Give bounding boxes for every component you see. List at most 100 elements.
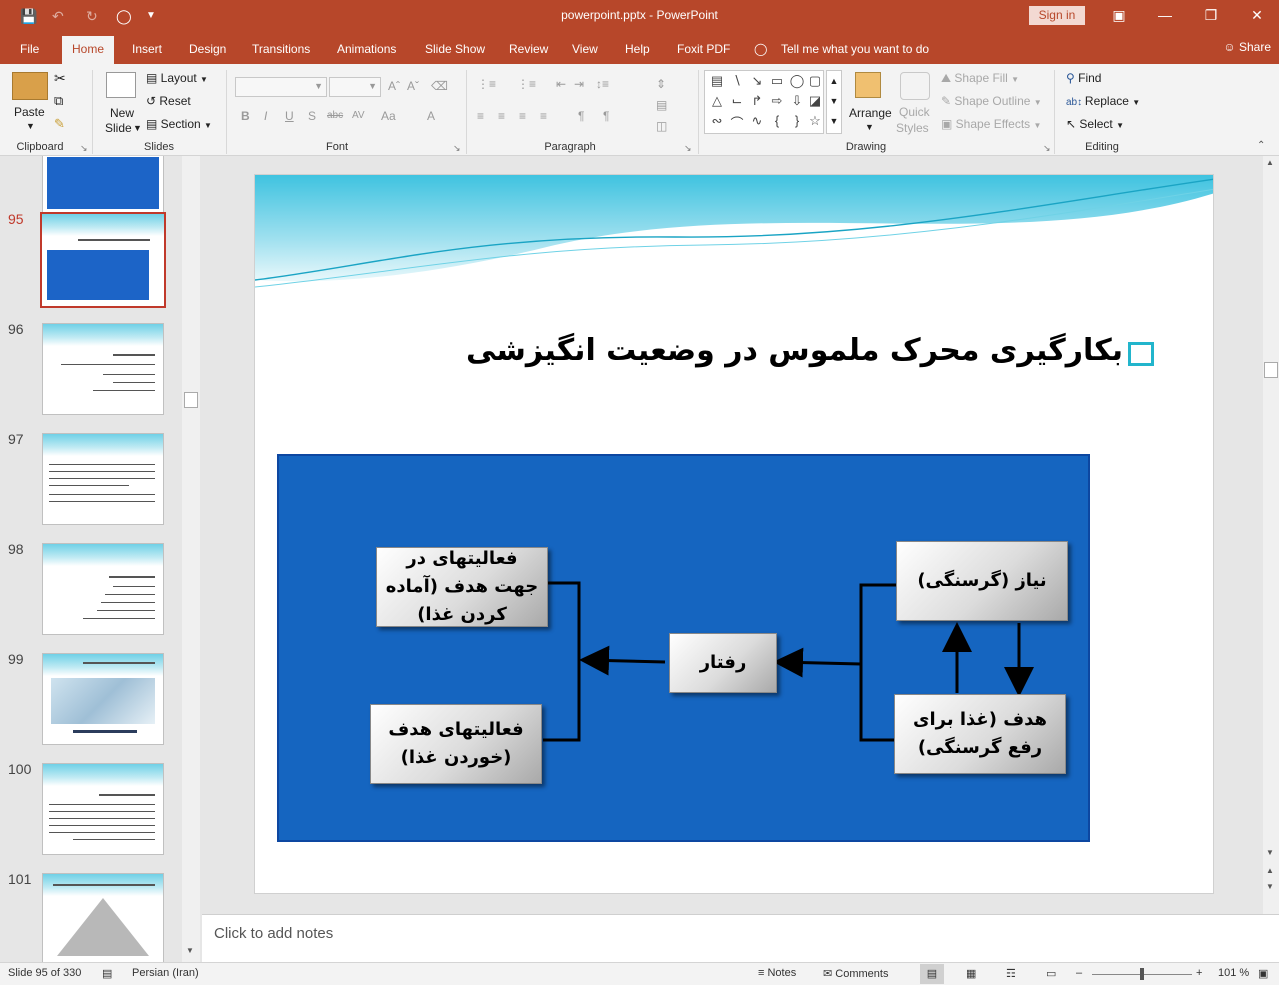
- share-button[interactable]: ☺ Share: [1223, 40, 1271, 54]
- slideshow-view-icon[interactable]: ▭: [1046, 967, 1056, 980]
- slide-thumbnail-96[interactable]: [42, 323, 164, 415]
- tab-transitions[interactable]: Transitions: [252, 40, 310, 64]
- text-box-shape-icon[interactable]: ▤: [707, 73, 727, 89]
- tab-help[interactable]: Help: [625, 40, 650, 64]
- change-case-button[interactable]: Aa: [381, 109, 396, 123]
- text-shadow-button[interactable]: S: [308, 109, 316, 123]
- maximize-button[interactable]: ❐: [1196, 4, 1226, 26]
- freeform-shape-icon[interactable]: ∾: [707, 113, 727, 129]
- curved-arrow-icon[interactable]: ↱: [747, 93, 767, 109]
- slide-title[interactable]: بکارگیری محرک ملموس در وضعیت انگیزشی: [466, 333, 1123, 368]
- tab-file[interactable]: File: [20, 40, 39, 64]
- align-center-icon[interactable]: ≡: [498, 109, 505, 123]
- close-button[interactable]: ✕: [1242, 4, 1272, 26]
- shape-effects-button[interactable]: ▣ Shape Effects ▼: [941, 117, 1041, 131]
- clipboard-launcher-icon[interactable]: ↘: [80, 143, 88, 154]
- thumbnail-scrollbar[interactable]: ▼: [182, 156, 200, 962]
- goal-activities-box[interactable]: فعالیتهای هدف (خوردن غذا): [370, 704, 542, 784]
- shape-outline-button[interactable]: ✎ Shape Outline ▼: [941, 94, 1042, 108]
- scroll-thumb[interactable]: [184, 392, 198, 408]
- bold-button[interactable]: B: [241, 109, 250, 123]
- zoom-slider-thumb[interactable]: [1140, 968, 1144, 980]
- language-indicator[interactable]: Persian (Iran): [132, 967, 199, 979]
- cut-icon[interactable]: ✂: [54, 70, 66, 87]
- left-brace-icon[interactable]: {: [767, 113, 787, 128]
- align-right-icon[interactable]: ≡: [519, 109, 526, 123]
- arrange-icon[interactable]: [855, 72, 881, 98]
- triangle-shape-icon[interactable]: △: [707, 93, 727, 109]
- numbering-icon[interactable]: ⋮≡: [517, 77, 536, 91]
- line-spacing-icon[interactable]: ↕≡: [596, 77, 609, 91]
- paste-dropdown-icon[interactable]: ▼: [26, 121, 35, 131]
- next-slide-icon[interactable]: ▼: [1266, 882, 1274, 891]
- need-box[interactable]: نیاز (گرسنگی): [896, 541, 1068, 621]
- slide-thumbnail-95[interactable]: [40, 212, 166, 308]
- align-text-icon[interactable]: ▤: [656, 98, 667, 112]
- increase-indent-icon[interactable]: ⇥: [574, 77, 584, 91]
- sign-in-button[interactable]: Sign in: [1029, 6, 1085, 25]
- down-arrow-shape-icon[interactable]: ⇩: [787, 93, 807, 109]
- activities-toward-goal-box[interactable]: فعالیتهای در جهت هدف (آماده کردن غذا): [376, 547, 548, 627]
- increase-font-icon[interactable]: Aˆ: [388, 79, 400, 93]
- underline-button[interactable]: U: [285, 109, 294, 123]
- notes-pane[interactable]: Click to add notes: [202, 914, 1279, 962]
- line-shape-icon[interactable]: ∖: [727, 73, 747, 89]
- italic-button[interactable]: I: [264, 109, 267, 123]
- align-left-icon[interactable]: ≡: [477, 109, 484, 123]
- clear-formatting-icon[interactable]: ⌫: [431, 79, 448, 93]
- rtl-icon[interactable]: ¶: [578, 109, 584, 123]
- behavior-box[interactable]: رفتار: [669, 633, 777, 693]
- slide-scrollbar[interactable]: ▲ ▼ ▲ ▼: [1263, 156, 1279, 914]
- quick-styles-icon[interactable]: [900, 72, 930, 100]
- tab-foxit-pdf[interactable]: Foxit PDF: [677, 40, 730, 64]
- reading-view-icon[interactable]: ☶: [1006, 967, 1016, 980]
- zoom-out-icon[interactable]: –: [1076, 967, 1082, 979]
- font-size-combo[interactable]: ▼: [329, 77, 381, 97]
- shapes-gallery[interactable]: ▤ ∖ ↘ ▭ ◯ ▢ △ ⌙ ↱ ⇨ ⇩ ◪ ∾ ⌒ ∿ { } ☆: [704, 70, 824, 134]
- arrange-dropdown-icon[interactable]: ▼: [865, 122, 874, 132]
- text-direction-icon[interactable]: ⇕: [656, 77, 666, 91]
- goal-box[interactable]: هدف (غذا برای رفع گرسنگی): [894, 694, 1066, 774]
- justify-icon[interactable]: ≡: [540, 109, 547, 123]
- spelling-icon[interactable]: ▤: [102, 967, 112, 980]
- copy-icon[interactable]: ⧉: [54, 93, 63, 109]
- select-button[interactable]: ↖ Select ▼: [1066, 117, 1124, 131]
- scroll-up-icon[interactable]: ▲: [1266, 158, 1274, 167]
- drawing-launcher-icon[interactable]: ↘: [1043, 143, 1051, 154]
- paste-icon[interactable]: [12, 72, 48, 100]
- elbow-connector-icon[interactable]: ⌙: [727, 93, 747, 109]
- slide-thumbnail-99[interactable]: [42, 653, 164, 745]
- format-painter-icon[interactable]: ✎: [54, 116, 65, 132]
- replace-button[interactable]: ab↕ Replace ▼: [1066, 94, 1140, 108]
- rectangle-shape-icon[interactable]: ▭: [767, 73, 787, 89]
- ribbon-display-options-icon[interactable]: ▣: [1104, 4, 1134, 26]
- tab-home[interactable]: Home: [62, 36, 115, 64]
- star-shape-icon[interactable]: ☆: [805, 113, 825, 129]
- previous-slide-icon[interactable]: ▲: [1266, 866, 1274, 875]
- smartart-icon[interactable]: ◫: [656, 119, 667, 133]
- tell-me-search[interactable]: Tell me what you want to do: [781, 40, 929, 64]
- slide-canvas[interactable]: بکارگیری محرک ملموس در وضعیت انگیزشی نیا: [254, 174, 1214, 894]
- find-button[interactable]: ⚲ Find: [1066, 71, 1101, 85]
- new-slide-dropdown-icon[interactable]: ▼: [133, 123, 142, 133]
- motivation-diagram[interactable]: نیاز (گرسنگی) هدف (غذا برای رفع گرسنگی) …: [277, 454, 1090, 842]
- decrease-indent-icon[interactable]: ⇤: [556, 77, 566, 91]
- curve-shape-icon[interactable]: ∿: [747, 113, 767, 129]
- section-button[interactable]: ▤ Section ▼: [146, 117, 212, 131]
- strikethrough-button[interactable]: abc: [327, 110, 343, 121]
- right-brace-icon[interactable]: }: [787, 113, 807, 128]
- comments-toggle[interactable]: ✉ Comments: [823, 967, 888, 980]
- normal-view-icon[interactable]: ▤: [920, 964, 944, 984]
- tab-review[interactable]: Review: [509, 40, 548, 64]
- notes-toggle[interactable]: ≡ Notes: [758, 967, 796, 979]
- font-family-combo[interactable]: ▼: [235, 77, 327, 97]
- tab-insert[interactable]: Insert: [132, 40, 162, 64]
- paste-button[interactable]: Paste: [14, 105, 45, 119]
- quick-styles-label-1[interactable]: Quick: [899, 105, 930, 119]
- slide-thumbnail-101[interactable]: [42, 873, 164, 962]
- font-color-button[interactable]: A: [427, 109, 435, 123]
- ltr-icon[interactable]: ¶: [603, 109, 609, 123]
- layout-button[interactable]: ▤ Layout ▼: [146, 71, 208, 85]
- decrease-font-icon[interactable]: Aˇ: [407, 79, 419, 93]
- scroll-down-icon[interactable]: ▼: [1266, 848, 1274, 857]
